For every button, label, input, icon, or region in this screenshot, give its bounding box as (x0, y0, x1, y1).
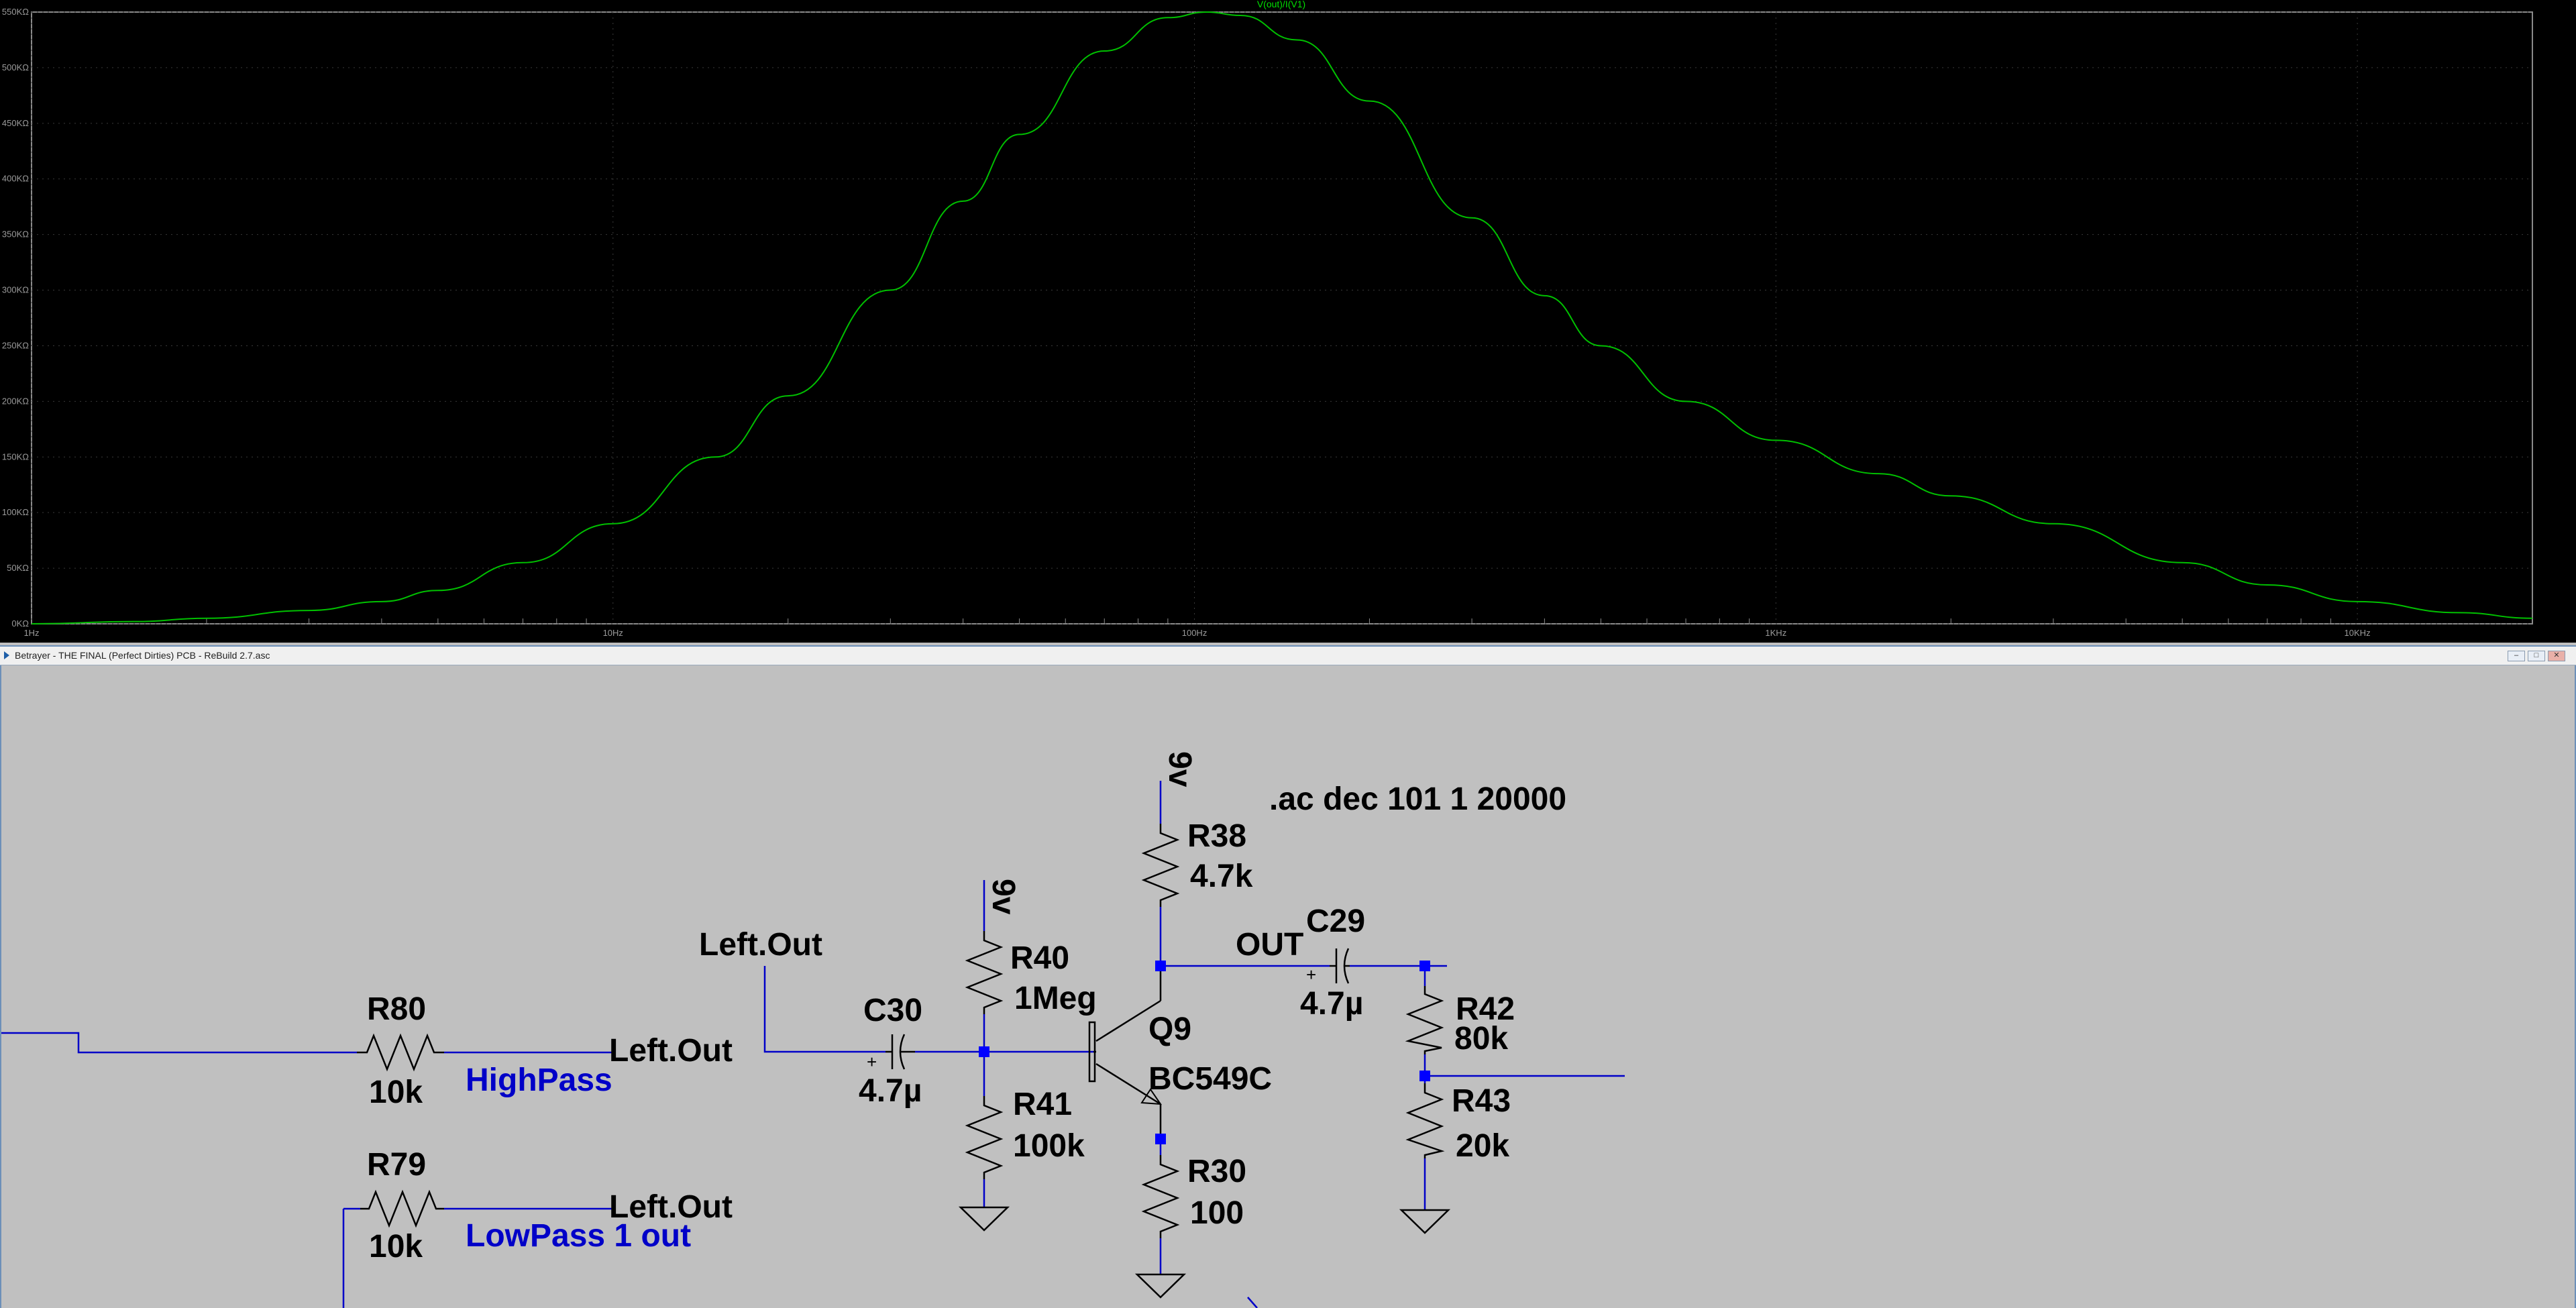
r40-ref[interactable]: R40 (1010, 940, 1069, 976)
r41-value[interactable]: 100k (1013, 1128, 1085, 1164)
junction-out-node (1155, 961, 1166, 971)
x-axis-ticks: 1Hz 10Hz 100Hz 1KHz 10KHz (23, 618, 2533, 638)
supply-label-9v-r40[interactable]: 9v (985, 879, 1021, 915)
q9-value[interactable]: BC549C (1148, 1061, 1272, 1097)
wires (1, 781, 1625, 1308)
resistor-r38[interactable] (1141, 824, 1180, 907)
net-label-left-out-mid[interactable]: Left.Out (609, 1033, 733, 1069)
plot-frame (31, 11, 2533, 624)
c29-value[interactable]: 4.7µ (1300, 986, 1363, 1022)
x-tick-label: 10KHz (2345, 628, 2371, 638)
schematic-editor-pane[interactable]: + + 9v 9v .ac dec 101 1 20000 Left.Out L… (0, 665, 2576, 1308)
ground-icon (1134, 1273, 1187, 1299)
maximize-button[interactable]: □ (2528, 651, 2545, 661)
net-label-left-out-top[interactable]: Left.Out (699, 927, 822, 963)
y-tick-label: 200KΩ (2, 396, 29, 406)
capacitor-c30[interactable]: + (867, 1034, 915, 1072)
y-tick-label: 100KΩ (2, 507, 29, 517)
r42-value[interactable]: 80k (1454, 1021, 1508, 1056)
supply-label-9v-r38[interactable]: 9v (1162, 751, 1197, 787)
y-tick-label: 250KΩ (2, 340, 29, 350)
r38-ref[interactable]: R38 (1187, 818, 1246, 854)
comment-lowpass[interactable]: LowPass 1 out (466, 1218, 691, 1254)
r43-value[interactable]: 20k (1456, 1128, 1509, 1164)
r30-ref[interactable]: R30 (1187, 1154, 1246, 1189)
comment-highpass[interactable]: HighPass (466, 1062, 612, 1098)
r79-ref[interactable]: R79 (367, 1147, 426, 1183)
window-title: Betrayer - THE FINAL (Perfect Dirties) P… (15, 650, 270, 661)
waveform-plot-pane[interactable]: 550KΩ 500KΩ 450KΩ 400KΩ 350KΩ 300KΩ 250KΩ 200KΩ… (0, 0, 2576, 643)
y-tick-label: 450KΩ (2, 118, 29, 128)
r40-value[interactable]: 1Meg (1014, 981, 1097, 1016)
c29-plus-sign: + (1306, 965, 1316, 985)
resistor-r43[interactable] (1405, 1083, 1445, 1158)
minimize-button[interactable]: – (2508, 651, 2525, 661)
series-line-vout (31, 11, 2533, 624)
resistor-r30[interactable] (1141, 1155, 1180, 1238)
resistor-r79[interactable] (360, 1189, 444, 1228)
resistor-r42[interactable] (1405, 986, 1444, 1054)
y-tick-label: 50KΩ (7, 563, 29, 573)
ltspice-app-icon (4, 651, 9, 659)
y-tick-label: 500KΩ (2, 62, 29, 72)
resistor-symbols (357, 824, 1445, 1238)
x-tick-label: 10Hz (603, 628, 623, 638)
c30-plus-sign: + (867, 1052, 877, 1072)
y-tick-label: 300KΩ (2, 285, 29, 295)
r30-value[interactable]: 100 (1190, 1195, 1244, 1231)
x-tick-label: 1Hz (23, 628, 39, 638)
junction-emitter-node (1155, 1134, 1166, 1144)
resistor-r80[interactable] (357, 1033, 444, 1072)
junction-base-node (979, 1046, 989, 1057)
ground-icon (958, 1206, 1010, 1232)
wire-partial-bottom (1247, 1297, 1258, 1308)
trace-title[interactable]: V(out)/I(V1) (1257, 0, 1305, 9)
c30-value[interactable]: 4.7µ (859, 1073, 922, 1109)
schematic-window-titlebar[interactable]: Betrayer - THE FINAL (Perfect Dirties) P… (0, 645, 2576, 665)
spice-directive[interactable]: .ac dec 101 1 20000 (1269, 781, 1566, 817)
x-tick-label: 100Hz (1182, 628, 1208, 638)
wire-input-to-r80 (1, 1032, 357, 1054)
capacitor-symbols: + + (867, 948, 1350, 1072)
junction-r42-top (1419, 961, 1430, 971)
y-axis-ticks: 550KΩ 500KΩ 450KΩ 400KΩ 350KΩ 300KΩ 250KΩ 200KΩ… (2, 7, 29, 629)
r41-ref[interactable]: R41 (1013, 1087, 1072, 1122)
close-button[interactable]: ✕ (2548, 651, 2565, 661)
q9-ref[interactable]: Q9 (1148, 1012, 1191, 1047)
resistor-r41[interactable] (965, 1096, 1004, 1179)
resistor-r40[interactable] (965, 931, 1004, 1014)
transistor-q9[interactable] (1088, 966, 1162, 1142)
plot-grid (31, 11, 2532, 624)
y-tick-label: 0KΩ (11, 618, 29, 629)
c29-ref[interactable]: C29 (1306, 904, 1365, 939)
r43-ref[interactable]: R43 (1452, 1083, 1511, 1119)
ground-icon (1399, 1209, 1451, 1234)
net-label-out[interactable]: OUT (1236, 927, 1303, 963)
r38-value[interactable]: 4.7k (1190, 859, 1253, 894)
r79-value[interactable]: 10k (369, 1229, 423, 1264)
waveform-plot[interactable]: 550KΩ 500KΩ 450KΩ 400KΩ 350KΩ 300KΩ 250KΩ 200KΩ… (0, 0, 2576, 643)
r80-ref[interactable]: R80 (367, 991, 426, 1027)
y-tick-label: 350KΩ (2, 229, 29, 239)
x-tick-label: 1KHz (1765, 628, 1786, 638)
y-tick-label: 400KΩ (2, 174, 29, 184)
y-tick-label: 150KΩ (2, 451, 29, 461)
r80-value[interactable]: 10k (369, 1075, 423, 1110)
junction-divider-node (1419, 1071, 1430, 1081)
c30-ref[interactable]: C30 (863, 993, 922, 1028)
y-tick-label: 550KΩ (2, 7, 29, 17)
schematic-canvas[interactable]: + + 9v 9v .ac dec 101 1 20000 Left.Out L… (1, 665, 2575, 1308)
